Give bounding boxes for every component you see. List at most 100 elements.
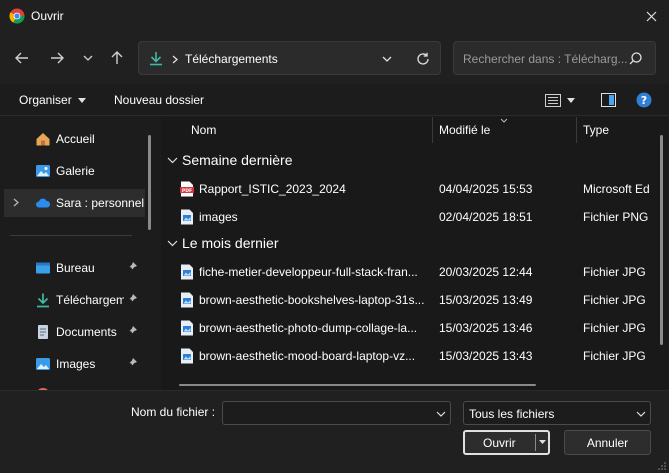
- arrow-right-icon: [51, 52, 64, 64]
- cancel-button-label: Annuler: [586, 435, 629, 450]
- file-type-filter-select[interactable]: Tous les fichiers: [463, 401, 651, 425]
- file-modified: 15/03/2025 13:46: [439, 321, 533, 335]
- sidebar-item-onedrive[interactable]: Sara : personnel: [4, 189, 145, 217]
- file-row[interactable]: brown-aesthetic-mood-board-laptop-vz... …: [161, 342, 661, 370]
- sidebar-scrollbar[interactable]: [148, 135, 151, 230]
- file-modified: 15/03/2025 13:43: [439, 349, 533, 363]
- file-name: Rapport_ISTIC_2023_2024: [199, 182, 346, 196]
- group-header[interactable]: Le mois dernier: [167, 235, 279, 251]
- chrome-icon: [9, 8, 25, 24]
- image-file-icon: [181, 209, 193, 225]
- pin-icon[interactable]: [126, 357, 138, 369]
- group-header[interactable]: Semaine dernière: [167, 152, 293, 168]
- address-bar[interactable]: Téléchargements: [138, 41, 441, 75]
- search-box[interactable]: Rechercher dans : Télécharg...: [453, 41, 656, 75]
- breadcrumb-current[interactable]: Téléchargements: [185, 52, 278, 66]
- pin-icon[interactable]: [126, 261, 138, 273]
- preview-pane-icon[interactable]: [601, 93, 616, 107]
- file-type-filter-value: Tous les fichiers: [469, 407, 555, 421]
- file-list-vertical-scrollbar[interactable]: [660, 135, 663, 345]
- image-file-icon: [181, 320, 193, 336]
- close-button[interactable]: [641, 6, 661, 26]
- cancel-button[interactable]: Annuler: [564, 430, 651, 455]
- new-folder-button[interactable]: Nouveau dossier: [114, 93, 204, 107]
- column-divider[interactable]: [432, 117, 433, 143]
- back-button[interactable]: [11, 48, 33, 68]
- details-view-icon: [545, 94, 561, 107]
- svg-text:?: ?: [641, 94, 647, 107]
- sidebar-item-downloads[interactable]: Téléchargem: [0, 286, 145, 314]
- file-list: Nom Modifié le Type Semaine dernière PDF…: [161, 117, 669, 390]
- file-modified: 02/04/2025 18:51: [439, 210, 533, 224]
- sidebar-item-label: Sara : personnel: [56, 196, 144, 210]
- pin-icon[interactable]: [126, 293, 138, 305]
- column-header-type[interactable]: Type: [583, 123, 609, 137]
- organize-label: Organiser: [19, 93, 72, 107]
- group-title: Semaine dernière: [182, 152, 293, 168]
- open-button-label: Ouvrir: [483, 436, 516, 450]
- cloud-icon: [36, 198, 51, 208]
- up-button[interactable]: [106, 48, 128, 68]
- sidebar-item-label: Accueil: [56, 132, 95, 146]
- chevron-down-icon: [167, 157, 178, 163]
- caret-down-icon: [567, 98, 575, 103]
- file-row[interactable]: fiche-metier-developpeur-full-stack-fran…: [161, 258, 661, 286]
- forward-button[interactable]: [46, 48, 68, 68]
- chevron-down-icon[interactable]: [436, 411, 446, 417]
- image-file-icon: [181, 292, 193, 308]
- file-type: Fichier PNG: [583, 210, 649, 224]
- arrow-up-icon: [111, 51, 123, 64]
- open-button[interactable]: Ouvrir: [463, 430, 550, 455]
- documents-icon: [38, 325, 48, 339]
- search-icon: [629, 52, 642, 65]
- caret-down-icon: [77, 97, 86, 103]
- arrow-left-icon: [15, 52, 28, 64]
- refresh-icon[interactable]: [416, 52, 430, 66]
- images-icon: [36, 358, 50, 370]
- sidebar-item-partial[interactable]: [0, 381, 145, 390]
- organize-menu[interactable]: Organiser: [19, 93, 86, 107]
- sidebar-divider: [10, 235, 132, 236]
- sidebar-item-home[interactable]: Accueil: [0, 125, 145, 153]
- file-type: Microsoft Ed: [583, 182, 650, 196]
- recent-locations-button[interactable]: [77, 48, 99, 68]
- file-row[interactable]: PDF Rapport_ISTIC_2023_2024 04/04/2025 1…: [161, 175, 661, 203]
- home-icon: [36, 133, 50, 146]
- file-list-horizontal-scrollbar[interactable]: [179, 384, 536, 386]
- download-icon: [37, 293, 49, 308]
- file-row[interactable]: brown-aesthetic-photo-dump-collage-la...…: [161, 314, 661, 342]
- resize-grip-icon[interactable]: [658, 462, 666, 470]
- view-options-button[interactable]: [545, 94, 575, 107]
- column-header-name[interactable]: Nom: [191, 123, 216, 137]
- sidebar-item-documents[interactable]: Documents: [0, 318, 145, 346]
- chevron-down-icon: [167, 240, 178, 246]
- search-input[interactable]: Rechercher dans : Télécharg...: [463, 52, 628, 66]
- sidebar-item-desktop[interactable]: Bureau: [0, 254, 145, 282]
- file-name: brown-aesthetic-mood-board-laptop-vz...: [199, 349, 416, 363]
- file-type: Fichier JPG: [583, 265, 646, 279]
- file-type: Fichier JPG: [583, 349, 646, 363]
- gallery-icon: [36, 165, 50, 177]
- sidebar-item-images[interactable]: Images: [0, 350, 145, 378]
- chevron-down-icon[interactable]: [382, 56, 392, 62]
- chevron-down-icon: [636, 411, 646, 417]
- file-row[interactable]: brown-aesthetic-bookshelves-laptop-31s..…: [161, 286, 661, 314]
- command-toolbar: Organiser Nouveau dossier ?: [0, 84, 669, 116]
- help-icon[interactable]: ?: [636, 92, 652, 108]
- sidebar-item-gallery[interactable]: Galerie: [0, 157, 145, 185]
- image-file-icon: [181, 264, 193, 280]
- filename-field[interactable]: [222, 401, 451, 425]
- file-name: brown-aesthetic-bookshelves-laptop-31s..…: [199, 293, 425, 307]
- file-row[interactable]: images 02/04/2025 18:51 Fichier PNG: [161, 203, 661, 231]
- column-header-modified[interactable]: Modifié le: [439, 123, 490, 137]
- column-divider[interactable]: [576, 117, 577, 143]
- pin-icon[interactable]: [126, 325, 138, 337]
- caret-down-icon[interactable]: [539, 440, 546, 444]
- dialog-footer: Nom du fichier : Tous les fichiers Ouvri…: [0, 390, 669, 473]
- file-type: Fichier JPG: [583, 321, 646, 335]
- file-type: Fichier JPG: [583, 293, 646, 307]
- sort-indicator-icon: [500, 118, 508, 123]
- file-name: images: [199, 210, 238, 224]
- file-modified: 20/03/2025 12:44: [439, 265, 533, 279]
- sidebar-item-label: Galerie: [56, 164, 95, 178]
